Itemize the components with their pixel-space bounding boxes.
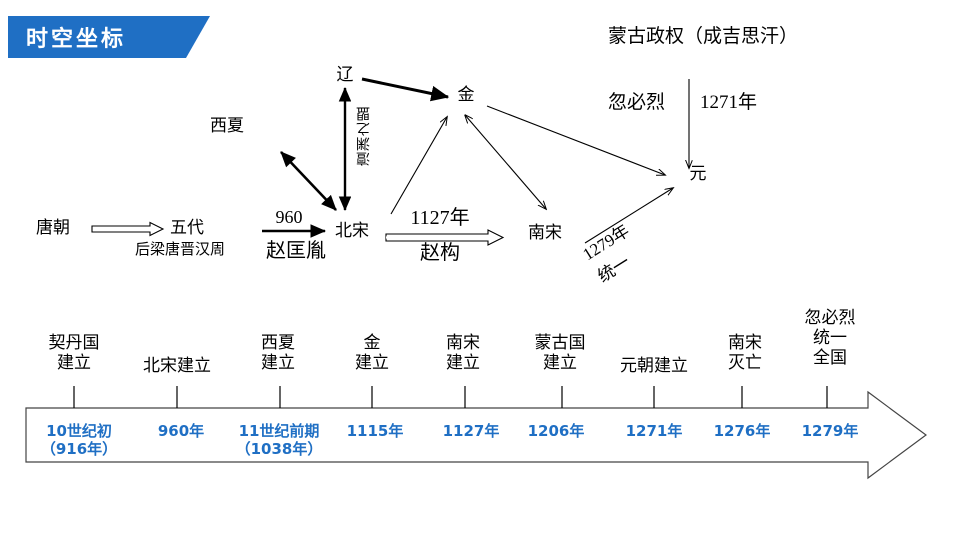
edge-label-kublai: 忽必烈	[608, 91, 666, 113]
timeline-label-3: 金 建立	[355, 333, 389, 374]
arrow-tang-to-wudai	[91, 221, 165, 237]
node-tang: 唐朝	[36, 218, 70, 238]
timeline-label-6: 元朝建立	[620, 356, 688, 376]
node-liao: 辽	[336, 65, 354, 85]
timeline-year-8: 1279年	[801, 422, 859, 440]
page-title: 时空坐标	[26, 27, 127, 52]
edge-label-zhaokuangyin: 赵匡胤	[266, 238, 326, 262]
timeline-label-8: 忽必烈 统一 全国	[804, 308, 856, 369]
timeline-ticks	[73, 386, 828, 408]
timeline-label-5: 蒙古国 建立	[534, 333, 586, 374]
timeline-label-4: 南宋 建立	[446, 333, 480, 374]
arrow-jin-to-yuan	[486, 105, 665, 175]
timeline-label-7: 南宋 灭亡	[728, 333, 762, 374]
edge-label-1127: 1127年	[410, 207, 470, 229]
node-wudai: 五代	[170, 218, 204, 238]
timeline-year-2: 11世纪前期 （1038年）	[235, 422, 323, 458]
timeline-label-2: 西夏 建立	[261, 333, 295, 374]
node-jin: 金	[457, 85, 475, 105]
diagram-arrows: 北宋 : solid thick arrow --> 南宋 : hollow d…	[25, 77, 928, 480]
edge-label-960: 960	[275, 207, 303, 227]
timeline-year-1: 960年	[157, 422, 205, 440]
timeline-label-1: 北宋建立	[143, 356, 211, 376]
arrow-beisong-xixia	[280, 151, 337, 211]
arrow-jin-nansong	[465, 115, 546, 209]
edge-label-chanyuan-treaty: 澶渊之盟	[356, 106, 372, 166]
arrow-beisong-to-jin	[390, 117, 447, 215]
edge-label-1271: 1271年	[700, 92, 758, 113]
timeline-label-0: 契丹国 建立	[48, 333, 100, 374]
timeline-year-5: 1206年	[527, 422, 585, 440]
node-nansong: 南宋	[528, 223, 562, 243]
node-yuan: 元	[689, 164, 707, 184]
node-xixia: 西夏	[210, 116, 244, 136]
arrow-liao-to-jin	[361, 77, 450, 102]
diagram-heading: 蒙古政权（成吉思汗）	[608, 25, 799, 47]
edge-label-zhaogou: 赵构	[420, 240, 460, 264]
node-wudai-dynasties: 后梁唐晋汉周	[135, 240, 226, 258]
timeline-year-6: 1271年	[625, 422, 683, 440]
node-beisong: 北宋	[335, 221, 369, 241]
slide-canvas: 时空坐标 北宋 : solid thick arrow --> 南宋 : ho	[0, 0, 960, 540]
timeline-year-3: 1115年	[346, 422, 404, 440]
timeline-year-7: 1276年	[713, 422, 771, 440]
timeline-year-4: 1127年	[442, 422, 500, 440]
timeline-year-0: 10世纪初 （916年）	[40, 422, 118, 458]
